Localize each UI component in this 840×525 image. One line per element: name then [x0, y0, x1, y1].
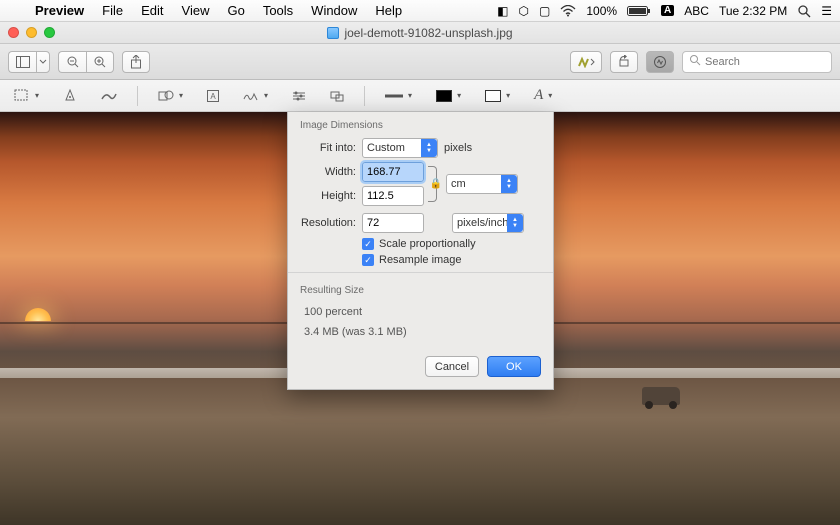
height-field[interactable]	[362, 186, 424, 206]
wh-unit-select[interactable]: cm ▲▼	[446, 174, 518, 194]
window-close[interactable]	[8, 27, 19, 38]
text-tool[interactable]: A	[203, 88, 223, 104]
battery-percent: 100%	[586, 4, 617, 18]
resolution-field[interactable]	[362, 213, 424, 233]
view-mode-dropdown[interactable]	[36, 51, 50, 73]
text-style-tool[interactable]: A▾	[530, 85, 556, 106]
adjust-color-tool[interactable]	[288, 88, 310, 104]
battery-icon[interactable]	[627, 5, 651, 17]
image-sun	[25, 308, 51, 321]
lock-icon[interactable]: 🔒	[430, 179, 442, 190]
svg-text:A: A	[210, 92, 216, 101]
highlight-button[interactable]	[570, 51, 602, 73]
cancel-button[interactable]: Cancel	[425, 356, 479, 377]
resolution-unit-select[interactable]: pixels/inch ▲▼	[452, 213, 524, 233]
zoom-out-button[interactable]	[58, 51, 86, 73]
fit-into-select[interactable]: Custom ▲▼	[362, 138, 438, 158]
notification-center-icon[interactable]: ☰	[821, 4, 832, 18]
dialog-divider	[288, 272, 553, 273]
image-vehicle	[642, 387, 680, 405]
fit-into-unit: pixels	[444, 142, 472, 154]
scale-proportionally-label: Scale proportionally	[379, 238, 476, 250]
search-input[interactable]	[705, 56, 840, 68]
menu-view[interactable]: View	[173, 3, 219, 18]
selection-tool[interactable]: ▾	[10, 87, 43, 105]
resample-image-label: Resample image	[379, 254, 462, 266]
menu-tools[interactable]: Tools	[254, 3, 302, 18]
wifi-icon[interactable]	[560, 5, 576, 17]
window-title: joel-demott-91082-unsplash.jpg	[344, 26, 512, 40]
search-icon	[689, 54, 701, 69]
sign-tool[interactable]: ▾	[239, 88, 272, 104]
window-zoom[interactable]	[44, 27, 55, 38]
ok-button[interactable]: OK	[487, 356, 541, 377]
view-mode-button[interactable]	[8, 51, 36, 73]
toolbar-divider	[364, 86, 365, 106]
rotate-button[interactable]	[610, 51, 638, 73]
menu-go[interactable]: Go	[218, 3, 253, 18]
window-minimize[interactable]	[26, 27, 37, 38]
instant-alpha-tool[interactable]	[59, 87, 81, 105]
input-source[interactable]: A	[661, 5, 674, 16]
section-image-dimensions: Image Dimensions	[288, 112, 553, 135]
adjust-size-dialog: Image Dimensions Fit into: Custom ▲▼ pix…	[287, 112, 554, 390]
input-source-label: ABC	[684, 4, 709, 18]
toolbar-divider	[137, 86, 138, 106]
width-field[interactable]	[362, 162, 424, 182]
height-label: Height:	[300, 190, 356, 202]
resolution-label: Resolution:	[300, 217, 356, 229]
zoom-in-button[interactable]	[86, 51, 114, 73]
menu-file[interactable]: File	[93, 3, 132, 18]
share-button[interactable]	[122, 51, 150, 73]
shapes-tool[interactable]: ▾	[154, 87, 187, 105]
line-style-tool[interactable]: ▾	[381, 89, 416, 102]
app-menu[interactable]: Preview	[26, 3, 93, 18]
result-filesize: 3.4 MB (was 3.1 MB)	[304, 322, 537, 342]
statusbar-icon[interactable]: ◧	[497, 4, 508, 18]
adjust-size-tool[interactable]	[326, 88, 348, 104]
menu-window[interactable]: Window	[302, 3, 366, 18]
menu-help[interactable]: Help	[366, 3, 411, 18]
airplay-icon[interactable]: ▢	[539, 4, 550, 18]
file-type-icon	[327, 27, 339, 39]
search-field[interactable]	[682, 51, 832, 73]
result-percent: 100 percent	[304, 302, 537, 322]
spotlight-icon[interactable]	[797, 4, 811, 18]
checkbox-checked-icon: ✓	[362, 254, 374, 266]
clock[interactable]: Tue 2:32 PM	[719, 4, 787, 18]
window-titlebar: joel-demott-91082-unsplash.jpg	[0, 22, 840, 44]
fill-color-tool[interactable]: ▾	[481, 88, 514, 104]
section-resulting-size: Resulting Size	[288, 277, 553, 300]
width-label: Width:	[300, 166, 356, 178]
system-menubar: Preview File Edit View Go Tools Window H…	[0, 0, 840, 22]
markup-toolbar: ▾ ▾ A ▾ ▾ ▾ ▾ A▾	[0, 80, 840, 112]
fit-into-label: Fit into:	[300, 142, 356, 154]
main-toolbar	[0, 44, 840, 80]
markup-button[interactable]	[646, 51, 674, 73]
image-canvas[interactable]: Image Dimensions Fit into: Custom ▲▼ pix…	[0, 112, 840, 525]
menu-edit[interactable]: Edit	[132, 3, 172, 18]
resample-image-checkbox[interactable]: ✓ Resample image	[288, 252, 553, 268]
checkbox-checked-icon: ✓	[362, 238, 374, 250]
dropbox-icon[interactable]: ⬡	[519, 4, 529, 18]
border-color-tool[interactable]: ▾	[432, 88, 465, 104]
scale-proportionally-checkbox[interactable]: ✓ Scale proportionally	[288, 236, 553, 252]
sketch-tool[interactable]	[97, 89, 121, 103]
aspect-lock-bracket: 🔒	[424, 162, 440, 206]
